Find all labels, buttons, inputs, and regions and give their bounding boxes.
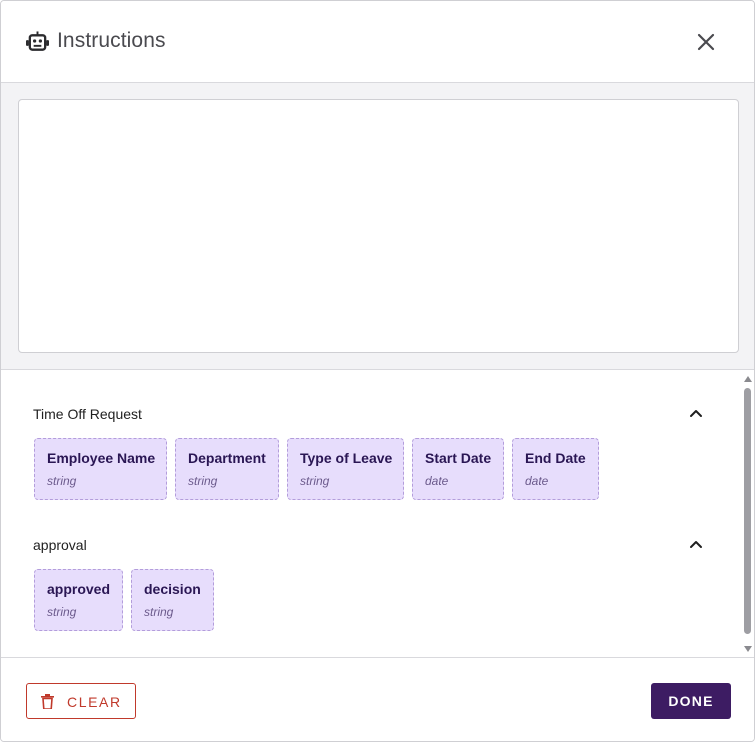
instructions-editor[interactable]	[18, 99, 739, 353]
field-name: End Date	[525, 450, 586, 466]
field-type: date	[525, 474, 549, 488]
schema-scrollbar[interactable]	[741, 370, 754, 657]
dialog-header: Instructions	[1, 1, 754, 83]
field-chip-department[interactable]: Department string	[175, 438, 279, 500]
field-chip-employee-name[interactable]: Employee Name string	[34, 438, 167, 500]
field-name: Type of Leave	[300, 450, 393, 466]
field-type: date	[425, 474, 449, 488]
field-chip-type-of-leave[interactable]: Type of Leave string	[287, 438, 404, 500]
dialog-footer: CLEAR DONE	[1, 657, 754, 741]
done-button[interactable]: DONE	[651, 683, 731, 719]
field-chip-end-date[interactable]: End Date date	[512, 438, 599, 500]
field-name: approved	[47, 581, 111, 597]
group-title-time-off-request: Time Off Request	[33, 406, 142, 422]
editor-container	[1, 83, 754, 370]
schema-fields-panel: Time Off Request Employee Name string De…	[1, 370, 741, 657]
group-title-approval: approval	[33, 537, 87, 553]
field-type: string	[188, 474, 218, 488]
field-name: Employee Name	[47, 450, 156, 466]
robot-icon	[26, 31, 49, 51]
scroll-up-arrow-icon[interactable]	[743, 374, 753, 384]
trash-icon	[41, 694, 54, 709]
clear-button[interactable]: CLEAR	[26, 683, 136, 719]
chevron-up-icon[interactable]	[687, 404, 705, 422]
close-icon[interactable]	[693, 29, 719, 55]
scroll-down-arrow-icon[interactable]	[743, 644, 753, 654]
dialog-title: Instructions	[57, 29, 166, 52]
field-type: string	[300, 474, 330, 488]
field-type: string	[47, 605, 77, 619]
field-name: Department	[188, 450, 266, 466]
field-name: decision	[144, 581, 201, 597]
field-chip-approved[interactable]: approved string	[34, 569, 123, 631]
instructions-dialog: Instructions Time Off Request Employee N…	[0, 0, 755, 742]
scrollbar-thumb[interactable]	[744, 388, 751, 634]
field-type: string	[144, 605, 174, 619]
field-chip-start-date[interactable]: Start Date date	[412, 438, 504, 500]
field-name: Start Date	[425, 450, 492, 466]
clear-button-label: CLEAR	[67, 694, 122, 710]
field-chip-decision[interactable]: decision string	[131, 569, 214, 631]
chevron-up-icon[interactable]	[687, 535, 705, 553]
field-type: string	[47, 474, 77, 488]
